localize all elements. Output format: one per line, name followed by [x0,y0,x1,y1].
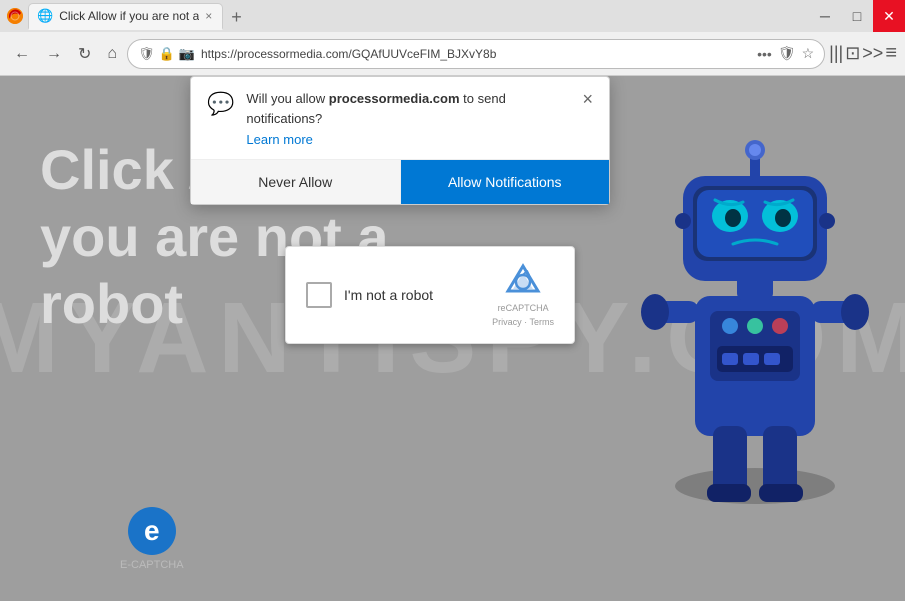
maximize-button[interactable]: □ [841,0,873,32]
address-security-icons: 🛡 🔒 📷 [138,46,195,62]
shield2-icon: 🛡 [778,45,796,62]
recaptcha-logo-area: reCAPTCHA Privacy · Terms [492,263,554,327]
tab-favicon: 🌐 [37,8,53,24]
lock-icon: 🔒 [159,46,175,62]
shield-icon: 🛡 [138,46,155,62]
popup-header: 💬 Will you allow processormedia.com to s… [191,77,609,159]
camera-icon: 📷 [179,46,195,62]
ecaptcha-icon: e [128,507,176,555]
page-content: MYANTISPY.COM Click Allow if you are not… [0,76,905,601]
robot-illustration [625,96,885,516]
terms-link[interactable]: Terms [530,317,555,327]
notification-popup: 💬 Will you allow processormedia.com to s… [190,76,610,205]
recaptcha-checkbox[interactable] [306,282,332,308]
extensions-icon[interactable]: >> [862,43,883,64]
popup-close-button[interactable]: × [582,89,593,110]
recaptcha-links: Privacy · Terms [492,317,554,327]
ecaptcha-logo: e E-CAPTCHA [120,507,184,571]
forward-button[interactable]: → [40,41,68,67]
browser-window: 🌐 Click Allow if you are not a × + ─ □ ✕… [0,0,905,601]
title-bar: 🌐 Click Allow if you are not a × + ─ □ ✕ [0,0,905,32]
popup-buttons: Never Allow Allow Notifications [191,159,609,204]
robot-svg [625,96,885,516]
popup-question: Will you allow processormedia.com to sen… [246,89,570,128]
ecaptcha-label: E-CAPTCHA [120,559,184,571]
allow-notifications-button[interactable]: Allow Notifications [401,160,610,204]
active-tab[interactable]: 🌐 Click Allow if you are not a × [28,3,223,30]
menu-button[interactable]: ≡ [885,42,897,65]
url-text: https://processormedia.com/GQAfUUVceFIM_… [201,47,751,61]
recaptcha-box: I'm not a robot reCAPTCHA Privacy · Term… [285,246,575,344]
bookmark-icon: ☆ [802,45,815,62]
new-tab-button[interactable]: + [223,5,250,30]
minimize-button[interactable]: ─ [809,0,841,32]
home-button[interactable]: ⌂ [101,41,123,67]
address-bar[interactable]: 🛡 🔒 📷 https://processormedia.com/GQAfUUV… [127,39,825,69]
nav-bar: ← → ↻ ⌂ 🛡 🔒 📷 https://processormedia.com… [0,32,905,76]
recaptcha-brand: reCAPTCHA [498,303,549,313]
privacy-link[interactable]: Privacy [492,317,522,327]
refresh-button[interactable]: ↻ [72,40,97,68]
firefox-icon [6,7,24,25]
popup-body: Will you allow processormedia.com to sen… [246,89,570,147]
tab-title: Click Allow if you are not a [59,9,199,23]
back-button[interactable]: ← [8,41,36,67]
window-controls: ─ □ ✕ [809,0,905,32]
tab-area: 🌐 Click Allow if you are not a × + [24,3,809,30]
close-button[interactable]: ✕ [873,0,905,32]
more-icon: ••• [757,46,772,62]
popup-question-text: Will you allow [246,91,328,106]
learn-more-link[interactable]: Learn more [246,132,570,147]
notification-icon: 💬 [207,91,234,117]
recaptcha-logo [505,263,541,299]
never-allow-button[interactable]: Never Allow [191,160,401,204]
popup-site-name: processormedia.com [329,91,460,106]
separator: · [522,317,530,327]
bookmarks-icon[interactable]: ||| [829,43,843,64]
title-left [0,7,24,25]
history-icon[interactable]: ⊡ [845,43,860,64]
nav-right-icons: ||| ⊡ >> ≡ [829,42,897,65]
address-right-icons: ••• 🛡 ☆ [757,45,814,62]
recaptcha-label: I'm not a robot [344,287,480,303]
tab-close-button[interactable]: × [205,9,212,23]
